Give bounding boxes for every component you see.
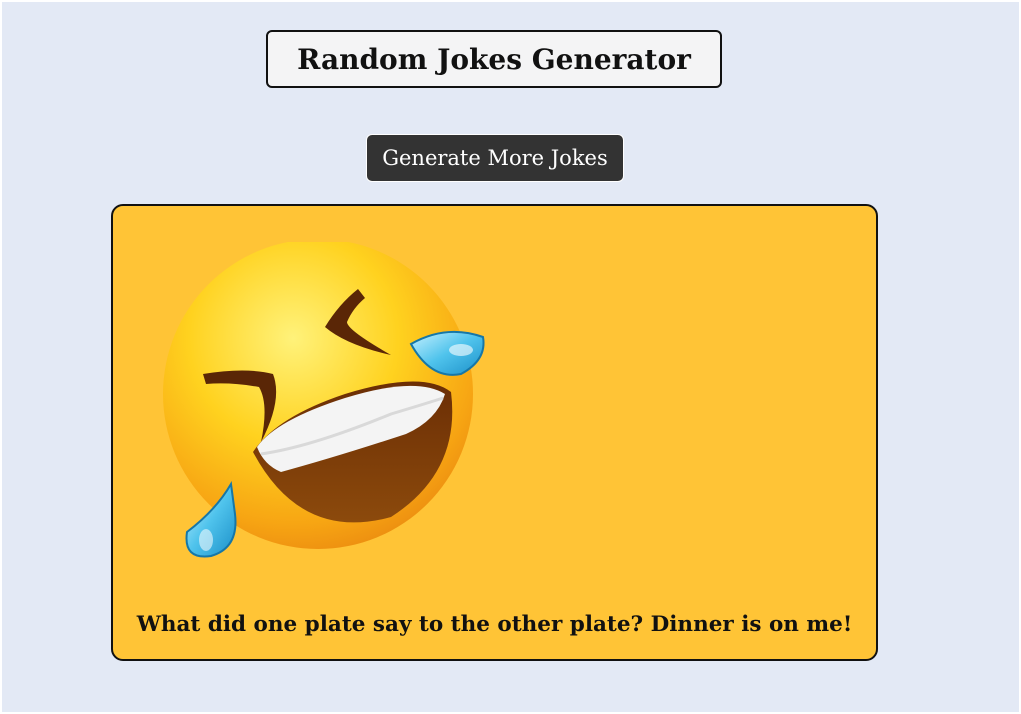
page-background: Random Jokes Generator Generate More Jok… [2,2,1019,712]
joke-card: What did one plate say to the other plat… [111,204,878,661]
joke-text: What did one plate say to the other plat… [136,612,853,637]
page-title: Random Jokes Generator [297,42,691,76]
laughing-emoji-icon [161,239,491,562]
title-box: Random Jokes Generator [266,30,722,88]
generate-more-jokes-button[interactable]: Generate More Jokes [366,134,624,182]
